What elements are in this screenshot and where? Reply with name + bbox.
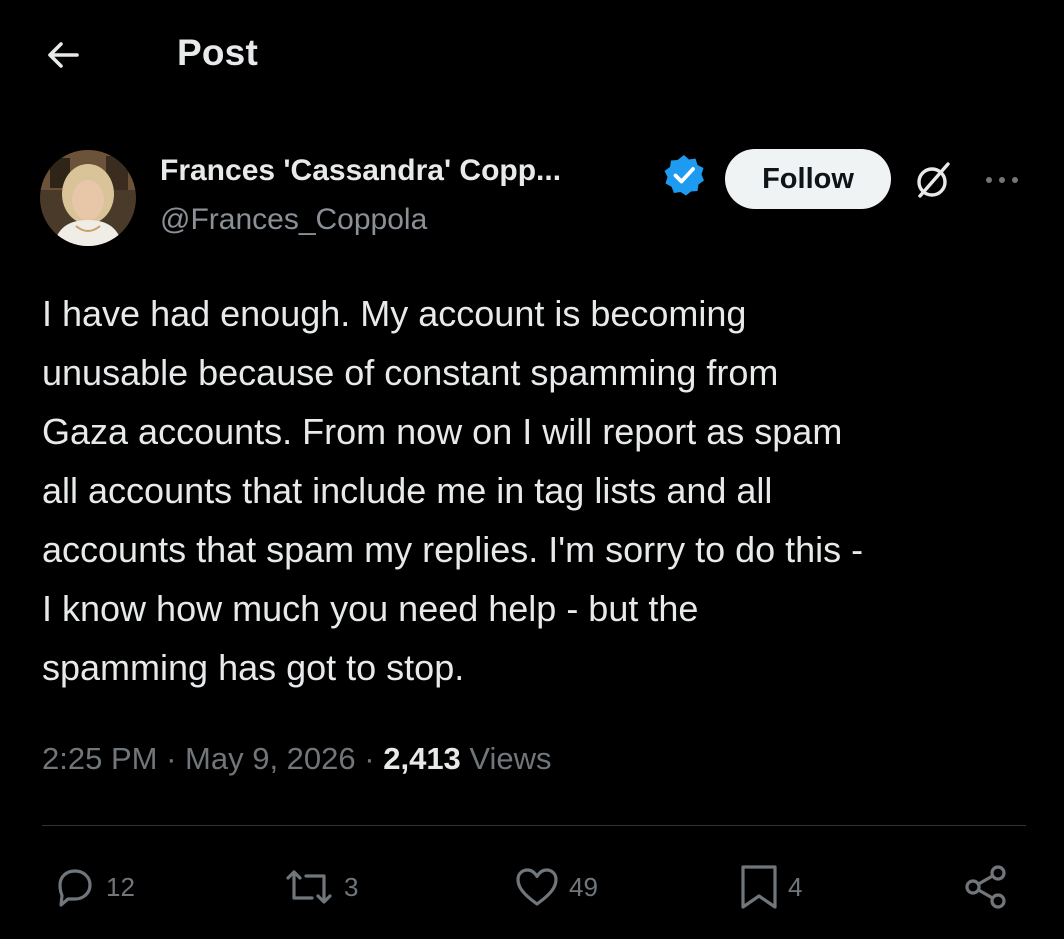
repost-button[interactable]: 3 <box>282 862 358 912</box>
grok-button[interactable] <box>910 156 958 204</box>
reply-button[interactable]: 12 <box>52 862 135 912</box>
page-title: Post <box>177 32 258 73</box>
bookmark-count: 4 <box>788 871 803 902</box>
reply-icon <box>58 869 92 907</box>
top-bar: Post <box>0 0 1064 110</box>
avatar-image <box>40 150 136 246</box>
views-count: 2,413 <box>383 741 461 776</box>
author-name[interactable]: Frances 'Cassandra' Copp... <box>160 154 561 188</box>
views-label: Views <box>469 741 552 776</box>
follow-button[interactable]: Follow <box>725 149 891 209</box>
meta-separator: · <box>166 741 177 776</box>
bookmark-button[interactable]: 4 <box>738 862 802 912</box>
avatar[interactable] <box>40 150 136 246</box>
repost-count: 3 <box>344 871 359 902</box>
more-button[interactable] <box>980 162 1024 198</box>
like-count: 49 <box>569 871 598 902</box>
post-meta: 2:25 PM · May 9, 2026 · 2,413 Views <box>42 741 552 777</box>
post-text: I have had enough. My account is becomin… <box>42 293 864 688</box>
share-button[interactable] <box>962 862 1010 912</box>
arrow-left-icon <box>48 42 79 68</box>
repost-icon <box>286 870 332 904</box>
author-handle[interactable]: @Frances_Coppola <box>160 203 427 237</box>
verified-badge-icon <box>664 155 704 196</box>
share-icon <box>965 865 1006 909</box>
reply-count: 12 <box>106 871 135 902</box>
more-dots-icon <box>986 177 1018 183</box>
post-date[interactable]: May 9, 2026 <box>185 741 356 776</box>
meta-separator: · <box>364 741 375 776</box>
like-icon <box>516 868 558 906</box>
bookmark-icon <box>741 865 777 909</box>
post-time[interactable]: 2:25 PM <box>42 741 157 776</box>
grok-icon <box>917 162 950 198</box>
back-button[interactable] <box>38 30 88 80</box>
like-button[interactable]: 49 <box>513 862 598 912</box>
divider <box>42 825 1026 826</box>
